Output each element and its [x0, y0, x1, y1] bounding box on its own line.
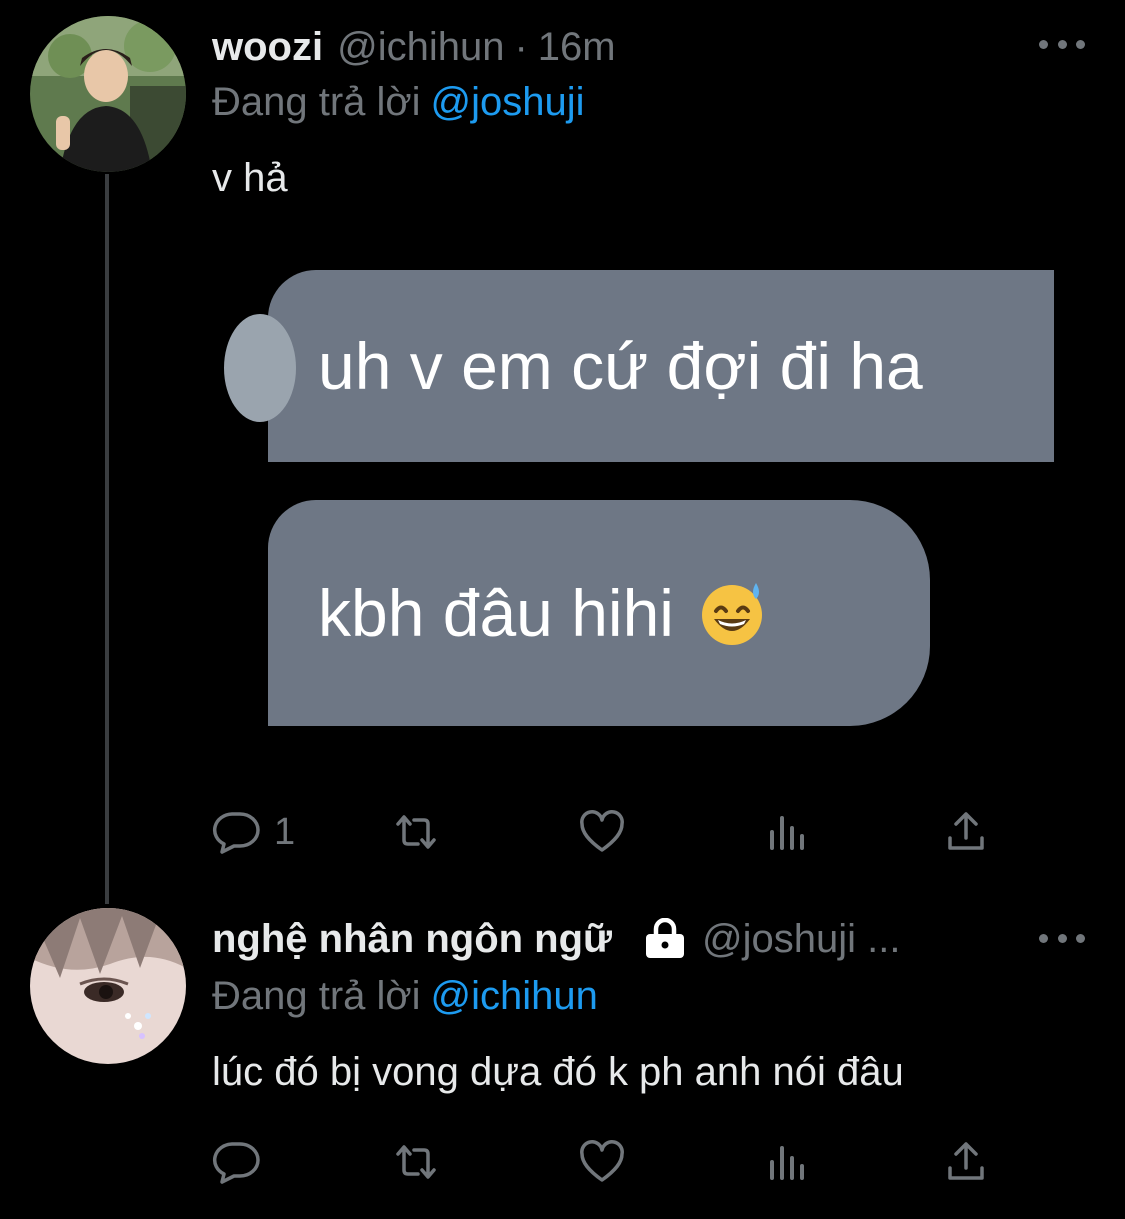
thread-line [105, 174, 109, 904]
tweet-text: lúc đó bị vong dựa đó k ph anh nói đâu [212, 1050, 904, 1094]
like-button[interactable] [578, 1138, 626, 1186]
avatar[interactable] [30, 908, 186, 1064]
more-options-icon[interactable] [1039, 36, 1085, 52]
separator: · [514, 24, 528, 69]
share-button[interactable] [942, 808, 990, 856]
replying-prefix: Đang trả lời [212, 974, 421, 1018]
analytics-button[interactable] [762, 808, 810, 856]
replying-to: Đang trả lời @ichihun [212, 974, 598, 1019]
reply-icon [212, 1142, 260, 1184]
reply-button[interactable]: 1 [212, 808, 295, 856]
mention-link[interactable]: @ichihun [431, 974, 598, 1018]
reply-icon [212, 812, 260, 854]
lock-icon [642, 918, 688, 960]
reply-count: 1 [274, 810, 296, 853]
like-button[interactable] [578, 808, 626, 856]
tweet-header: woozi @ichihun · 16m [212, 22, 616, 72]
retweet-icon [396, 815, 436, 849]
avatar [224, 314, 296, 422]
retweet-button[interactable] [392, 1138, 440, 1186]
retweet-icon [396, 1145, 436, 1179]
avatar[interactable] [30, 16, 186, 172]
tweet-actions [212, 1132, 1012, 1192]
display-name[interactable]: woozi [212, 25, 323, 70]
handle[interactable]: @ichihun [337, 25, 504, 70]
heart-icon [580, 810, 624, 852]
tweet-text: v hả [212, 156, 288, 200]
heart-icon [580, 1140, 624, 1182]
analytics-icon [770, 1146, 804, 1180]
tweet-header: nghệ nhân ngôn ngữ @joshuji ... [212, 914, 900, 964]
replying-prefix: Đang trả lời [212, 80, 421, 124]
analytics-icon [770, 816, 804, 850]
timestamp[interactable]: 16m [538, 25, 616, 70]
tweet-media-image[interactable]: uh v em cứ đợi đi ha kbh đâu hihi [210, 266, 1060, 730]
share-button[interactable] [942, 1138, 990, 1186]
reply-button[interactable] [212, 1138, 274, 1186]
mention-link[interactable]: @joshuji [431, 80, 585, 124]
share-icon [948, 812, 984, 850]
more-options-icon[interactable] [1039, 930, 1085, 946]
handle[interactable]: @joshuji ... [702, 917, 900, 962]
grinning-face-with-sweat-icon [696, 577, 768, 649]
tweet-actions: 1 [212, 802, 1012, 862]
share-icon [948, 1142, 984, 1180]
replying-to: Đang trả lời @joshuji [212, 80, 585, 125]
chat-bubble-text: uh v em cứ đợi đi ha [318, 329, 923, 403]
tweet[interactable]: nghệ nhân ngôn ngữ @joshuji ... Đang trả… [0, 900, 1125, 1219]
tweet[interactable]: woozi @ichihun · 16m Đang trả lời @joshuj… [0, 0, 1125, 904]
chat-bubble-text: kbh đâu hihi [318, 576, 674, 650]
chat-bubble: uh v em cứ đợi đi ha [224, 270, 1054, 462]
retweet-button[interactable] [392, 808, 440, 856]
analytics-button[interactable] [762, 1138, 810, 1186]
display-name[interactable]: nghệ nhân ngôn ngữ [212, 917, 612, 962]
chat-bubble: kbh đâu hihi [268, 500, 930, 726]
